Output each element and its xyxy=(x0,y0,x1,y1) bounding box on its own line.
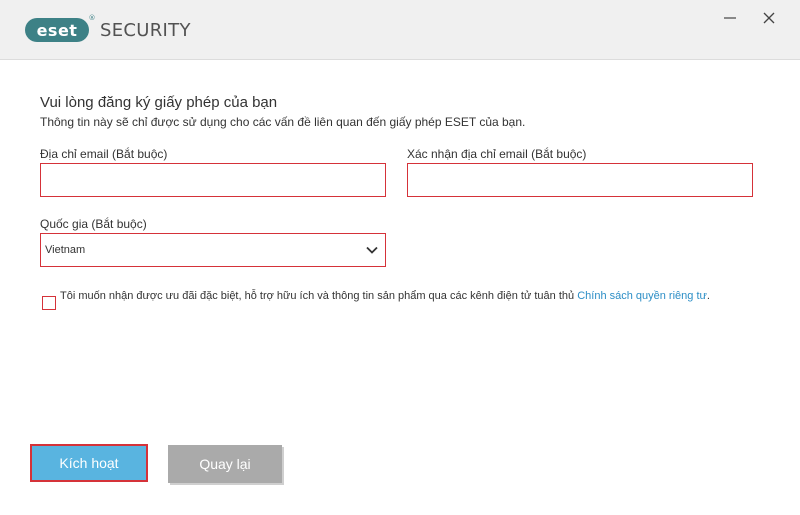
eset-logo-text: eset xyxy=(36,20,78,40)
consent-text: Tôi muốn nhận được ưu đãi đặc biệt, hỗ t… xyxy=(60,289,740,304)
country-select[interactable]: Vietnam xyxy=(40,233,386,267)
country-selected-value: Vietnam xyxy=(45,244,86,256)
minimize-button[interactable] xyxy=(718,6,742,30)
confirm-email-field[interactable] xyxy=(407,163,753,197)
chevron-down-icon xyxy=(365,243,379,257)
country-label: Quốc gia (Bắt buộc) xyxy=(40,217,147,231)
back-button[interactable]: Quay lại xyxy=(168,445,282,483)
title-bar: eset ® SECURITY xyxy=(0,0,800,60)
confirm-email-label: Xác nhận địa chỉ email (Bắt buộc) xyxy=(407,147,587,161)
minimize-icon xyxy=(724,17,736,19)
form-heading: Vui lòng đăng ký giấy phép của bạn xyxy=(40,94,278,111)
activate-button[interactable]: Kích hoạt xyxy=(30,444,148,482)
email-label: Địa chỉ email (Bắt buộc) xyxy=(40,147,168,161)
registration-form: Vui lòng đăng ký giấy phép của bạn Thông… xyxy=(0,61,800,515)
consent-end: . xyxy=(706,290,710,302)
close-icon xyxy=(763,12,775,24)
eset-logo-badge: eset ® xyxy=(25,14,96,42)
eset-logo: eset ® SECURITY xyxy=(25,14,191,43)
product-name: SECURITY xyxy=(100,19,191,41)
privacy-policy-link[interactable]: Chính sách quyền riêng tư xyxy=(577,290,707,302)
close-button[interactable] xyxy=(757,6,781,30)
form-subheading: Thông tin này sẽ chỉ được sử dụng cho cá… xyxy=(40,115,526,129)
registered-mark: ® xyxy=(88,14,96,22)
consent-checkbox[interactable] xyxy=(42,296,56,310)
consent-label: Tôi muốn nhận được ưu đãi đặc biệt, hỗ t… xyxy=(60,290,578,302)
email-field[interactable] xyxy=(40,163,386,197)
